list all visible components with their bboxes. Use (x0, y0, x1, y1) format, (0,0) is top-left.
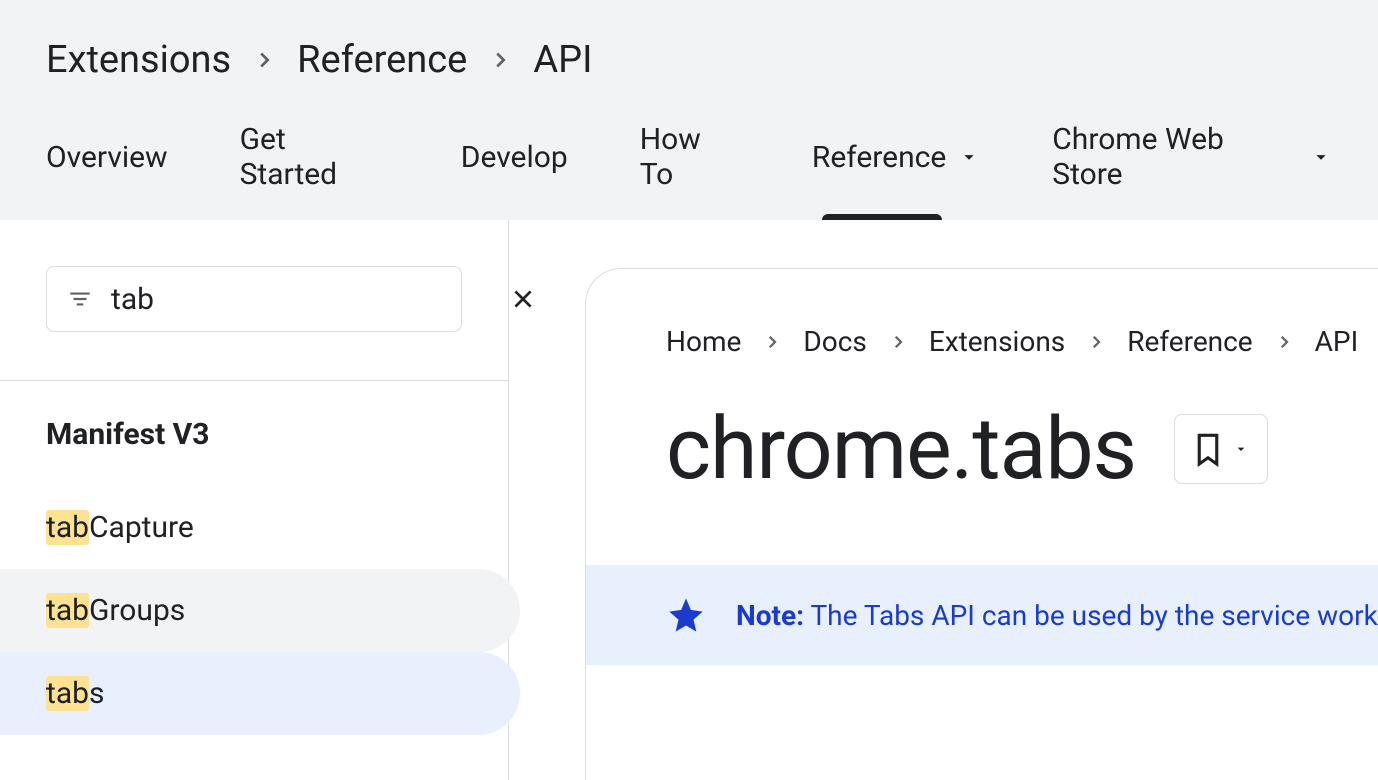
chevron-right-icon (1087, 333, 1105, 351)
chevron-right-icon (1275, 333, 1293, 351)
main-content: Home Docs Extensions Reference API chrome.ta… (509, 220, 1378, 780)
sidebar-item[interactable]: tabs (0, 652, 520, 735)
caret-down-icon (958, 146, 980, 168)
chevron-right-icon (763, 333, 781, 351)
chevron-right-icon (253, 49, 275, 71)
bookmark-button[interactable] (1174, 414, 1268, 484)
highlight: tab (46, 593, 89, 628)
sidebar-item-rest: s (89, 676, 104, 711)
nav-tab-label: How To (640, 122, 740, 192)
sidebar-item[interactable]: tabGroups (0, 569, 520, 652)
body-layout: Manifest V3 tabCapturetabGroupstabs Home… (0, 220, 1378, 780)
breadcrumb-inner: Home Docs Extensions Reference API (666, 325, 1378, 358)
nav-tab-label: Develop (461, 140, 568, 175)
page-title: chrome.tabs (666, 398, 1136, 499)
header: Extensions Reference API Overview Get Sta… (0, 0, 1378, 220)
nav-tab-label: Overview (46, 140, 168, 175)
nav-tab-label: Reference (812, 140, 946, 175)
nav-tab-reference[interactable]: Reference (812, 122, 980, 220)
main-card: Home Docs Extensions Reference API chrome.ta… (585, 268, 1378, 780)
breadcrumb-top: Extensions Reference API (46, 38, 1332, 82)
breadcrumb-item-docs[interactable]: Docs (803, 325, 866, 358)
breadcrumb-item-home[interactable]: Home (666, 325, 741, 358)
star-icon (666, 595, 706, 635)
sidebar-content: Manifest V3 tabCapturetabGroupstabs (0, 381, 508, 735)
filter-icon (67, 286, 93, 312)
breadcrumb-item-api[interactable]: API (1315, 325, 1359, 358)
sidebar: Manifest V3 tabCapturetabGroupstabs (0, 220, 509, 780)
note-banner: Note: The Tabs API can be used by the se… (586, 565, 1378, 665)
filter-input[interactable] (111, 282, 492, 317)
nav-tab-label: Chrome Web Store (1052, 122, 1298, 192)
note-body: The Tabs API can be used by the service … (804, 599, 1378, 632)
caret-down-icon (1310, 146, 1332, 168)
nav-tab-how-to[interactable]: How To (640, 122, 740, 220)
bookmark-icon (1193, 431, 1223, 467)
breadcrumb-item-extensions[interactable]: Extensions (46, 38, 231, 82)
highlight: tab (46, 676, 89, 711)
nav-tabs: Overview Get Started Develop How To Referenc… (46, 122, 1332, 220)
sidebar-item-rest: Groups (89, 593, 185, 628)
sidebar-heading: Manifest V3 (0, 417, 508, 452)
filter-container (0, 220, 508, 381)
note-text: Note: The Tabs API can be used by the se… (736, 599, 1378, 632)
note-label: Note: (736, 599, 804, 632)
nav-tab-get-started[interactable]: Get Started (240, 122, 389, 220)
nav-tab-develop[interactable]: Develop (461, 122, 568, 220)
sidebar-item-rest: Capture (89, 510, 194, 545)
chevron-right-icon (489, 49, 511, 71)
breadcrumb-item-reference[interactable]: Reference (1127, 325, 1252, 358)
highlight: tab (46, 510, 89, 545)
title-row: chrome.tabs (666, 398, 1378, 499)
breadcrumb-item-extensions[interactable]: Extensions (929, 325, 1065, 358)
nav-tab-chrome-web-store[interactable]: Chrome Web Store (1052, 122, 1332, 220)
caret-down-icon (1233, 441, 1249, 457)
nav-tab-overview[interactable]: Overview (46, 122, 168, 220)
sidebar-item[interactable]: tabCapture (0, 486, 520, 569)
breadcrumb-item-reference[interactable]: Reference (297, 38, 467, 82)
breadcrumb-item-api[interactable]: API (533, 38, 592, 82)
chevron-right-icon (889, 333, 907, 351)
filter-box[interactable] (46, 266, 462, 332)
nav-tab-label: Get Started (240, 122, 389, 192)
